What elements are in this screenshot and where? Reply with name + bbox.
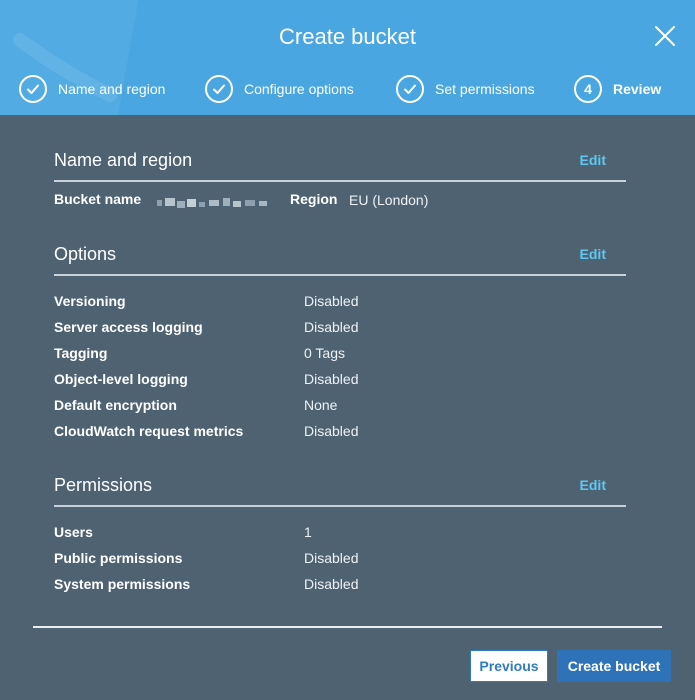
dialog-title: Create bucket [279,24,416,49]
step-set-permissions[interactable]: Set permissions [396,74,535,104]
edit-options-link[interactable]: Edit [580,246,606,262]
option-label: Default encryption [54,397,177,413]
step-label: Configure options [244,81,354,97]
option-value: Disabled [304,423,359,439]
step-configure-options[interactable]: Configure options [205,74,354,104]
option-label: Object-level logging [54,371,188,387]
bucket-name-label: Bucket name [54,191,142,207]
previous-button[interactable]: Previous [470,650,548,682]
footer-divider [33,626,662,628]
permission-value: Disabled [304,550,359,566]
section-title: Options [54,244,117,264]
step-review[interactable]: 4 Review [574,74,661,104]
option-label: Server access logging [54,319,203,335]
permission-value: Disabled [304,576,359,592]
section-title: Name and region [54,150,193,170]
check-icon [19,75,47,103]
edit-permissions-link[interactable]: Edit [580,477,606,493]
permission-label: Public permissions [54,550,183,566]
step-label: Name and region [58,81,166,97]
step-label: Set permissions [435,81,535,97]
redacted-bucket-name [157,198,267,208]
option-label: Tagging [54,345,108,361]
close-icon[interactable] [653,24,677,48]
create-bucket-dialog: Create bucket Name and region Configure … [0,0,695,700]
check-icon [205,75,233,103]
section-header-options: Options Edit [54,244,626,276]
section-title: Permissions [54,475,153,495]
region-label: Region [290,191,338,207]
section-header-name-region: Name and region Edit [54,150,626,182]
step-label: Review [613,81,662,97]
permission-label: System permissions [54,576,191,592]
dialog-header: Create bucket Name and region Configure … [0,0,695,115]
option-value: 0 Tags [304,345,345,361]
option-value: Disabled [304,371,359,387]
option-value: Disabled [304,319,359,335]
option-label: CloudWatch request metrics [54,423,244,439]
permission-value: 1 [304,524,312,540]
edit-name-region-link[interactable]: Edit [580,152,606,168]
option-label: Versioning [54,293,126,309]
option-value: Disabled [304,293,359,309]
step-number: 4 [584,81,592,97]
option-value: None [304,397,338,413]
check-icon [396,75,424,103]
wizard-steps: Name and region Configure options Set pe… [0,74,695,104]
step-number-badge: 4 [574,75,602,103]
permission-label: Users [54,524,93,540]
create-bucket-button[interactable]: Create bucket [557,650,671,682]
step-name-region[interactable]: Name and region [19,74,165,104]
section-header-permissions: Permissions Edit [54,475,626,507]
region-value: EU (London) [349,192,429,208]
